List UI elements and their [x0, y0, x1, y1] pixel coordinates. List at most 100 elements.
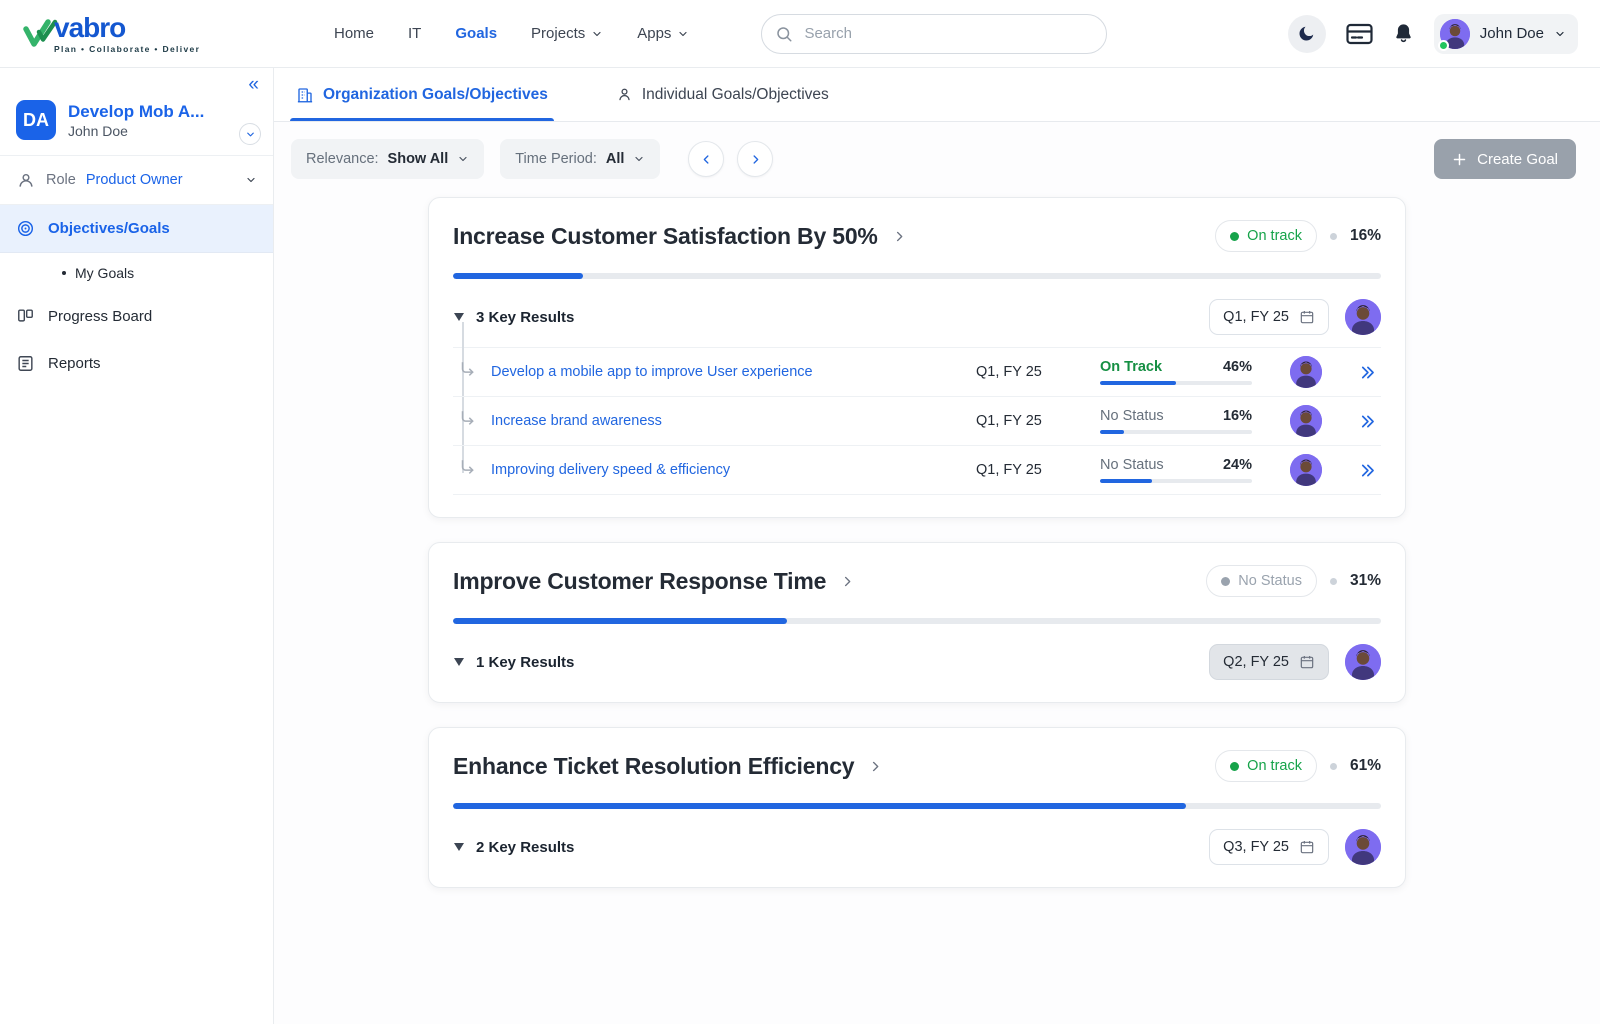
calendar-icon [1299, 309, 1315, 325]
separator-dot [1330, 763, 1337, 770]
elbow-arrow-icon [460, 460, 476, 476]
sidebar-item-reports[interactable]: Reports [0, 340, 273, 387]
assignee-avatar[interactable] [1290, 356, 1322, 388]
key-result-percent: 16% [1223, 408, 1252, 424]
chevron-right-icon[interactable] [840, 574, 855, 589]
period-button[interactable]: Q3, FY 25 [1209, 829, 1329, 865]
create-goal-button[interactable]: Create Goal [1434, 139, 1576, 179]
project-chevron-button[interactable] [239, 123, 261, 145]
next-page-button[interactable] [737, 141, 773, 177]
chevron-down-icon [591, 28, 603, 40]
project-switcher[interactable]: DA Develop Mob A... John Doe [0, 94, 273, 156]
person-icon [616, 86, 633, 103]
key-result-period: Q1, FY 25 [976, 413, 1100, 429]
nav-item-goals[interactable]: Goals [455, 25, 497, 42]
chevron-down-icon [677, 28, 689, 40]
goal-percent: 61% [1350, 757, 1381, 775]
goal-percent: 16% [1350, 227, 1381, 245]
sidebar: « DA Develop Mob A... John Doe Role Prod… [0, 68, 274, 1024]
key-results-list: Develop a mobile app to improve User exp… [453, 347, 1381, 495]
user-menu[interactable]: John Doe [1434, 14, 1578, 54]
time-period-filter[interactable]: Time Period: All [500, 139, 660, 179]
period-button[interactable]: Q1, FY 25 [1209, 299, 1329, 335]
key-result-link[interactable]: Develop a mobile app to improve User exp… [491, 364, 976, 380]
online-status-dot [1438, 40, 1449, 51]
search-input[interactable] [761, 14, 1107, 54]
top-actions: John Doe [1288, 14, 1578, 54]
status-badge: No Status [1206, 565, 1317, 597]
collapse-triangle-icon[interactable] [453, 657, 465, 667]
chevron-right-icon[interactable] [868, 759, 883, 774]
goal-progress-bar [453, 273, 1381, 279]
report-icon [16, 354, 35, 373]
sidebar-item-my-goals[interactable]: My Goals [0, 253, 273, 293]
relevance-filter[interactable]: Relevance: Show All [291, 139, 484, 179]
goal-card: Improve Customer Response Time No Status… [428, 542, 1406, 703]
assignee-avatar[interactable] [1345, 829, 1381, 865]
key-result-progress-bar [1100, 479, 1252, 483]
chevron-down-icon [633, 153, 645, 165]
nav-item-it[interactable]: IT [408, 25, 421, 42]
main-area: Organization Goals/Objectives Individual… [274, 68, 1600, 1024]
key-result-percent: 24% [1223, 457, 1252, 473]
nav-item-projects[interactable]: Projects [531, 25, 603, 42]
key-result-row: Develop a mobile app to improve User exp… [453, 348, 1381, 397]
key-result-status-text: No Status [1100, 457, 1164, 473]
search-icon [775, 25, 793, 43]
sidebar-item-progress-board[interactable]: Progress Board [0, 293, 273, 340]
tab-individual-goals[interactable]: Individual Goals/Objectives [610, 68, 835, 121]
chevron-right-icon[interactable] [892, 229, 907, 244]
prev-page-button[interactable] [688, 141, 724, 177]
period-button[interactable]: Q2, FY 25 [1209, 644, 1329, 680]
apps-panel-button[interactable] [1346, 23, 1373, 45]
key-result-progress-bar [1100, 430, 1252, 434]
notifications-button[interactable] [1393, 22, 1414, 45]
brand-tagline: Plan • Collaborate • Deliver [54, 45, 200, 54]
elbow-arrow-icon [460, 411, 476, 427]
double-chevron-icon[interactable] [1358, 461, 1377, 480]
assignee-avatar[interactable] [1345, 299, 1381, 335]
goal-title: Improve Customer Response Time [453, 568, 826, 595]
brand-logo[interactable]: vabro Plan • Collaborate • Deliver [22, 14, 272, 54]
sidebar-item-objectives-goals[interactable]: Objectives/Goals [0, 205, 273, 253]
key-result-row: Increase brand awareness Q1, FY 25 No St… [453, 397, 1381, 446]
goal-card: Enhance Ticket Resolution Efficiency On … [428, 727, 1406, 888]
key-result-link[interactable]: Increase brand awareness [491, 413, 976, 429]
key-result-link[interactable]: Improving delivery speed & efficiency [491, 462, 976, 478]
assignee-avatar[interactable] [1290, 405, 1322, 437]
brand-name: vabro [54, 14, 200, 42]
collapse-triangle-icon[interactable] [453, 842, 465, 852]
chevron-down-icon [1554, 28, 1566, 40]
chevron-down-icon [457, 153, 469, 165]
goal-title: Enhance Ticket Resolution Efficiency [453, 753, 854, 780]
dark-mode-toggle[interactable] [1288, 15, 1326, 53]
role-selector[interactable]: Role Product Owner [0, 156, 273, 205]
moon-icon [1297, 24, 1316, 43]
sidebar-collapse-icon[interactable]: « [248, 75, 257, 94]
key-result-percent: 46% [1223, 359, 1252, 375]
tab-bar: Organization Goals/Objectives Individual… [274, 68, 1600, 122]
filter-row: Relevance: Show All Time Period: All [274, 139, 1600, 179]
nav-item-apps[interactable]: Apps [637, 25, 689, 42]
elbow-arrow-icon [460, 362, 476, 378]
tab-organization-goals[interactable]: Organization Goals/Objectives [290, 68, 554, 121]
bell-icon [1393, 22, 1414, 45]
double-chevron-icon[interactable] [1358, 412, 1377, 431]
content-area: Relevance: Show All Time Period: All [274, 122, 1600, 968]
nav-item-home[interactable]: Home [334, 25, 374, 42]
key-result-status-text: No Status [1100, 408, 1164, 424]
assignee-avatar[interactable] [1290, 454, 1322, 486]
calendar-icon [1299, 839, 1315, 855]
key-result-status-text: On Track [1100, 359, 1162, 375]
project-title: Develop Mob A... [68, 101, 204, 123]
goal-title: Increase Customer Satisfaction By 50% [453, 223, 878, 250]
assignee-avatar[interactable] [1345, 644, 1381, 680]
project-avatar: DA [16, 100, 56, 140]
collapse-triangle-icon[interactable] [453, 312, 465, 322]
user-name: John Doe [1480, 25, 1544, 42]
double-chevron-icon[interactable] [1358, 363, 1377, 382]
goal-progress-bar [453, 803, 1381, 809]
sidebar-menu: Objectives/Goals My Goals Progress Board… [0, 205, 273, 387]
target-icon [16, 219, 35, 238]
board-icon [16, 307, 35, 326]
